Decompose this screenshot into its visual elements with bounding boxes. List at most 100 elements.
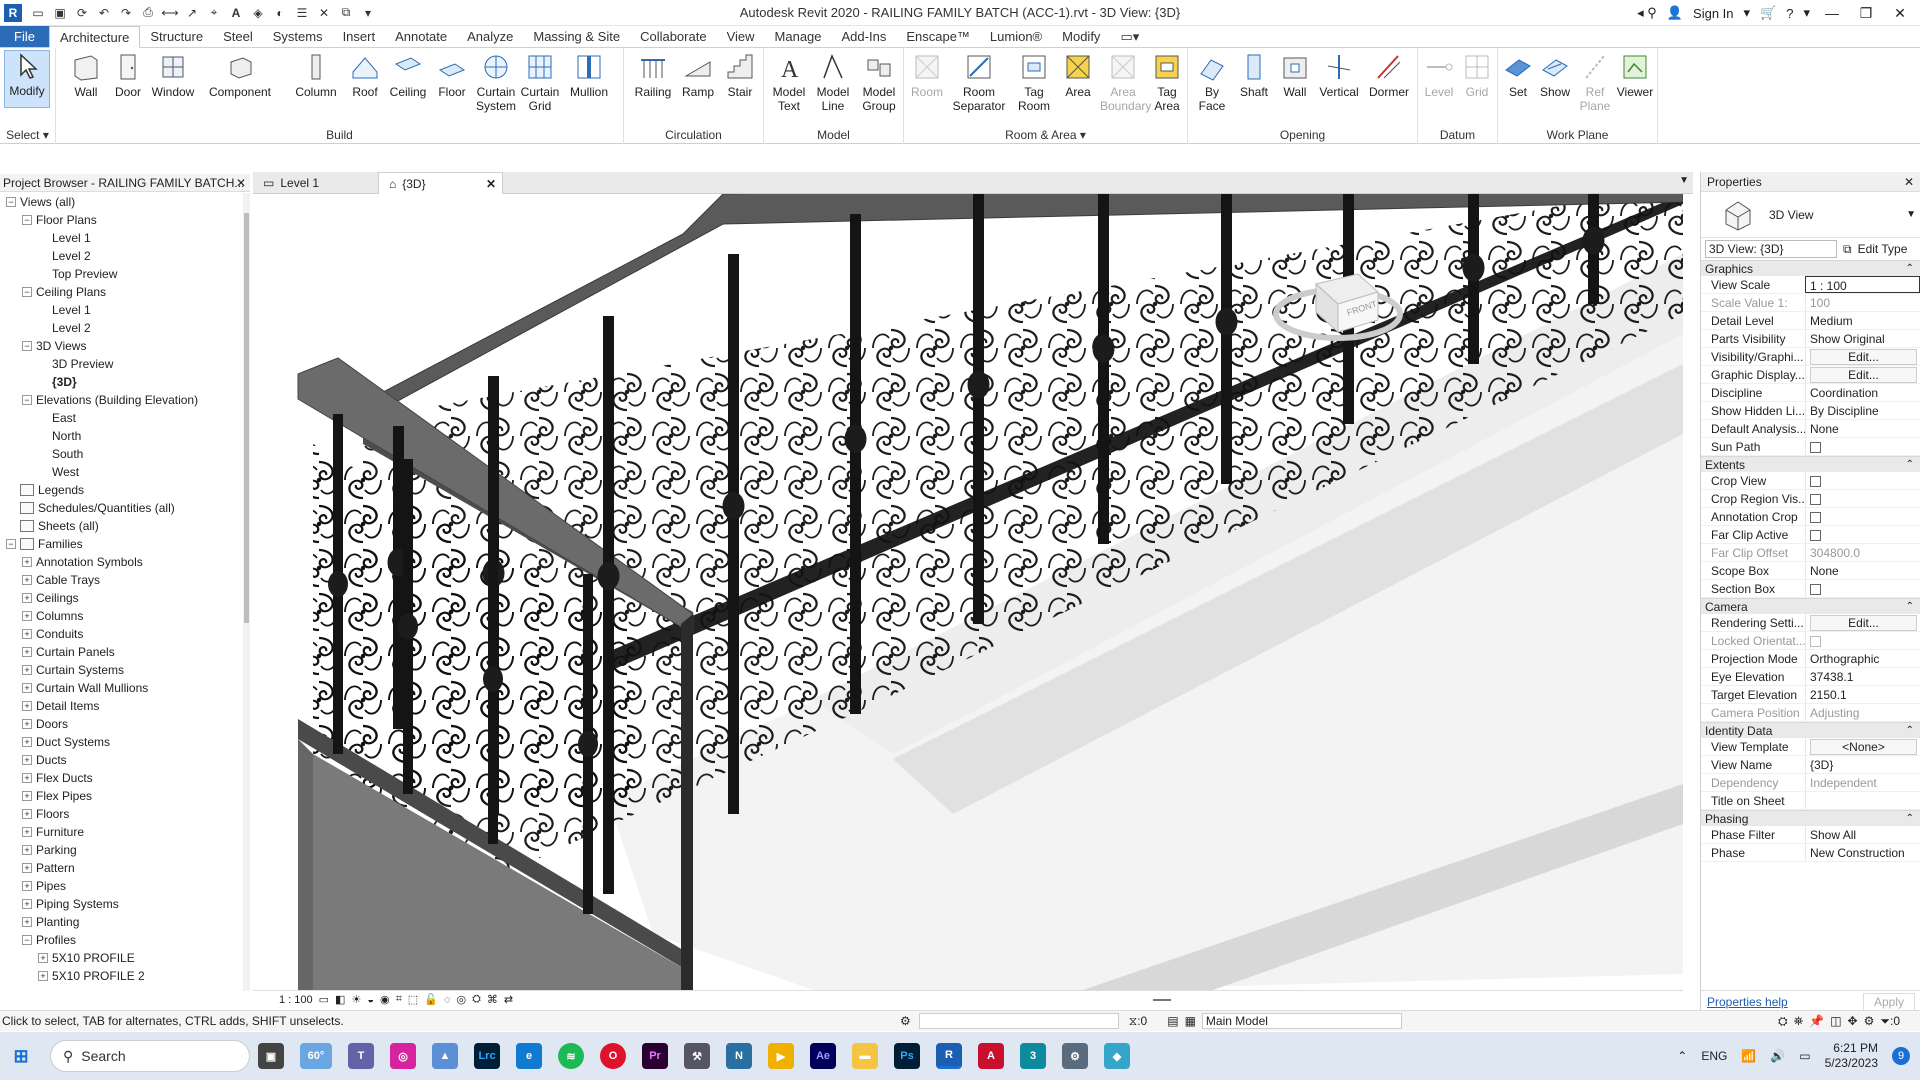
opera-icon[interactable]: O [600,1043,626,1069]
language-indicator[interactable]: ENG [1701,1049,1727,1063]
expand-icon[interactable]: + [22,791,32,801]
temp-hide-icon[interactable]: ◌ [444,994,451,1006]
expand-icon[interactable]: + [22,593,32,603]
design-options-icon[interactable]: ▤ [1167,1014,1178,1028]
set-button[interactable]: Set [1500,52,1536,99]
switch-windows-icon[interactable]: ⧉ [336,4,356,22]
property-value[interactable] [1805,580,1920,597]
weather-icon[interactable]: 60° [300,1043,332,1069]
editable-only-icon[interactable]: ⧖ [1129,1014,1137,1029]
room-area-panel-title[interactable]: Room & Area ▾ [904,128,1187,142]
analytical-model-icon[interactable]: ⌘ [487,993,498,1006]
railing-model-canvas[interactable]: FRONT [253,194,1683,990]
taskbar-search[interactable]: ⚲ Search [50,1040,250,1072]
tree-node[interactable]: {3D} [0,373,243,391]
doc-tab-3d[interactable]: ⌂ {3D} ✕ [378,172,503,194]
roof-button[interactable]: Roof [346,52,384,99]
tab-steel[interactable]: Steel [213,26,263,47]
scrollbar-thumb[interactable] [244,213,249,623]
revit-taskbar-icon[interactable]: R [936,1043,962,1069]
viewer-button[interactable]: Viewer [1614,52,1656,99]
property-edit-button[interactable]: Edit... [1810,367,1917,383]
properties-help-link[interactable]: Properties help [1707,995,1788,1009]
property-category[interactable]: Extents ⌃ [1701,456,1920,472]
tree-node[interactable]: + Curtain Panels [0,643,243,661]
tag-icon[interactable]: ⌖ [204,4,224,22]
help-icon[interactable]: ? [1786,6,1793,21]
type-selector[interactable]: 3D View ▼ [1701,192,1920,238]
tree-node[interactable]: + Furniture [0,823,243,841]
user-icon[interactable]: 👤 [1667,5,1683,21]
property-value[interactable]: None [1805,562,1920,579]
property-checkbox[interactable] [1810,530,1821,542]
tree-node[interactable]: +5X10 PROFILE [0,949,243,967]
edit-type-icon[interactable]: ⧉ [1843,242,1852,257]
edit-type-button[interactable]: Edit Type [1858,242,1908,256]
measure-icon[interactable]: ⟷ [160,4,180,22]
thin-lines-icon[interactable]: ☰ [292,4,312,22]
select-links-icon[interactable]: ⛭ [1778,1014,1788,1029]
property-checkbox[interactable] [1810,584,1821,596]
spotify-icon[interactable]: ≋ [558,1043,584,1069]
lock-view-icon[interactable]: 🔓 [424,993,438,1006]
tab-enscape[interactable]: Enscape™ [896,26,980,47]
tree-node[interactable]: South [0,445,243,463]
visual-style-icon[interactable]: ◧ [335,993,345,1006]
shaft-button[interactable]: Shaft [1234,52,1274,99]
tree-node[interactable]: − Floor Plans [0,211,243,229]
room-separator-button[interactable]: Room Separator [948,52,1010,113]
property-value[interactable] [1805,490,1920,507]
tree-node[interactable]: + Pattern [0,859,243,877]
settings-icon[interactable]: ⚙ [1062,1043,1088,1069]
close-icon[interactable]: ✕ [1888,5,1912,22]
premiere-icon[interactable]: Pr [642,1043,668,1069]
3d-viewport[interactable]: FRONT [253,194,1683,990]
expand-icon[interactable]: + [22,629,32,639]
property-category[interactable]: Camera ⌃ [1701,598,1920,614]
property-value[interactable]: Edit... [1805,614,1920,631]
enscape-icon[interactable]: ◆ [1104,1043,1130,1069]
background-processes-icon[interactable]: ⚙ [1864,1014,1875,1028]
tab-annotate[interactable]: Annotate [385,26,457,47]
expand-icon[interactable]: + [22,827,32,837]
column-button[interactable]: Column [288,52,344,99]
property-value[interactable] [1805,526,1920,543]
open-icon[interactable]: ▭ [28,4,48,22]
help-dropdown-icon[interactable]: ▾ [1803,5,1810,21]
property-value[interactable]: Orthographic [1805,650,1920,667]
filter-icon[interactable]: ⏷ [1880,1014,1890,1029]
show-button[interactable]: Show [1536,52,1574,99]
mullion-button[interactable]: Mullion [564,52,614,99]
wall-opening-button[interactable]: Wall [1276,52,1314,99]
floor-button[interactable]: Floor [432,52,472,99]
tab-massing-site[interactable]: Massing & Site [523,26,630,47]
collapse-icon[interactable]: − [22,395,32,405]
tab-file[interactable]: File [0,26,49,47]
type-dropdown-icon[interactable]: ▼ [1906,209,1916,220]
expand-icon[interactable]: + [22,881,32,891]
property-value[interactable]: Edit... [1805,348,1920,365]
highlight-displacement-icon[interactable]: ⇄ [504,993,513,1006]
tree-node[interactable]: − Profiles [0,931,243,949]
curtain-grid-button[interactable]: Curtain Grid [518,52,562,113]
sign-in-link[interactable]: Sign In [1693,6,1733,21]
model-text-button[interactable]: A Model Text [768,52,810,113]
ceiling-button[interactable]: Ceiling [386,52,430,99]
crop-region-icon[interactable]: ⬚ [408,993,418,1006]
property-checkbox[interactable] [1810,636,1821,648]
model-line-button[interactable]: Model Line [812,52,854,113]
tab-insert[interactable]: Insert [333,26,386,47]
wall-button[interactable]: Wall [64,52,108,99]
tree-node[interactable]: West [0,463,243,481]
tree-node[interactable]: + Detail Items [0,697,243,715]
tag-room-button[interactable]: Tag Room [1012,52,1056,113]
tab-analyze[interactable]: Analyze [457,26,523,47]
vertical-button[interactable]: Vertical [1316,52,1362,99]
door-button[interactable]: Door [108,52,148,99]
tree-node[interactable]: Level 2 [0,247,243,265]
tree-node[interactable]: Level 2 [0,319,243,337]
area-button[interactable]: Area [1058,52,1098,99]
ramp-button[interactable]: Ramp [678,52,718,99]
tabs-dropdown-icon[interactable]: ▼ [1679,175,1689,186]
view-scale-text[interactable]: 1 : 100 [279,994,313,1006]
